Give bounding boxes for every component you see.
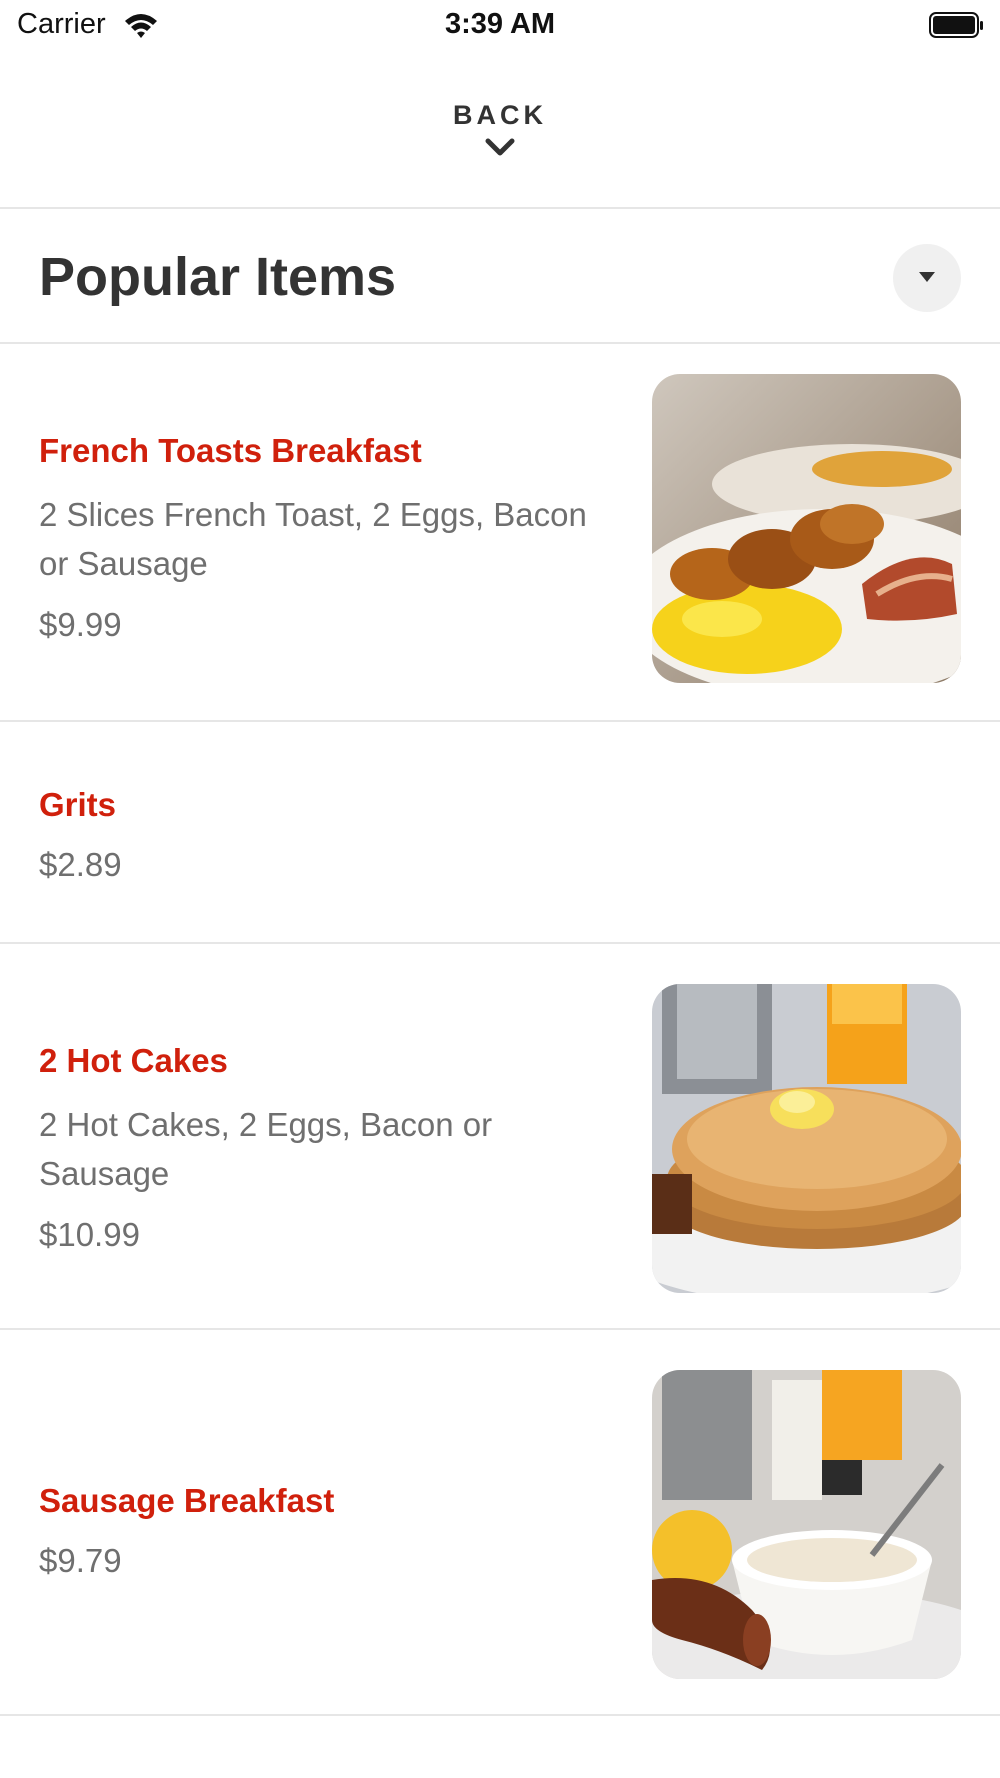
chevron-down-icon bbox=[485, 138, 515, 156]
item-name: Grits bbox=[39, 786, 117, 823]
item-price: $2.89 bbox=[39, 846, 122, 883]
caret-down-icon bbox=[919, 272, 935, 282]
sausage-breakfast-photo bbox=[652, 1370, 961, 1679]
item-description: 2 Hot Cakes, 2 Eggs, Bacon or Sausage bbox=[39, 1106, 493, 1192]
section-dropdown-button[interactable] bbox=[893, 244, 961, 312]
item-divider bbox=[0, 1714, 1000, 1716]
item-price: $9.99 bbox=[39, 606, 122, 643]
item-name: French Toasts Breakfast bbox=[39, 432, 422, 469]
header-divider bbox=[0, 207, 1000, 209]
menu-item-sausage-breakfast[interactable]: Sausage Breakfast $9.79 bbox=[0, 1330, 1000, 1714]
battery-icon bbox=[929, 12, 983, 38]
item-name: 2 Hot Cakes bbox=[39, 1042, 228, 1079]
back-button[interactable]: BACK bbox=[400, 100, 600, 157]
menu-item-french-toasts-breakfast[interactable]: French Toasts Breakfast 2 Slices French … bbox=[0, 344, 1000, 720]
item-price: $9.79 bbox=[39, 1542, 122, 1579]
french-toast-photo bbox=[652, 374, 961, 683]
status-bar: Carrier 3:39 AM bbox=[0, 0, 1000, 52]
section-title: Popular Items bbox=[39, 247, 397, 307]
menu-item-2-hot-cakes[interactable]: 2 Hot Cakes 2 Hot Cakes, 2 Eggs, Bacon o… bbox=[0, 944, 1000, 1328]
item-description: 2 Slices French Toast, 2 Eggs, Bacon or … bbox=[39, 496, 587, 582]
item-name: Sausage Breakfast bbox=[39, 1482, 335, 1519]
hot-cakes-photo bbox=[652, 984, 961, 1293]
back-label: BACK bbox=[453, 100, 547, 130]
item-price: $10.99 bbox=[39, 1216, 140, 1253]
status-time: 3:39 AM bbox=[444, 8, 556, 40]
menu-item-grits[interactable]: Grits $2.89 bbox=[0, 722, 1000, 942]
